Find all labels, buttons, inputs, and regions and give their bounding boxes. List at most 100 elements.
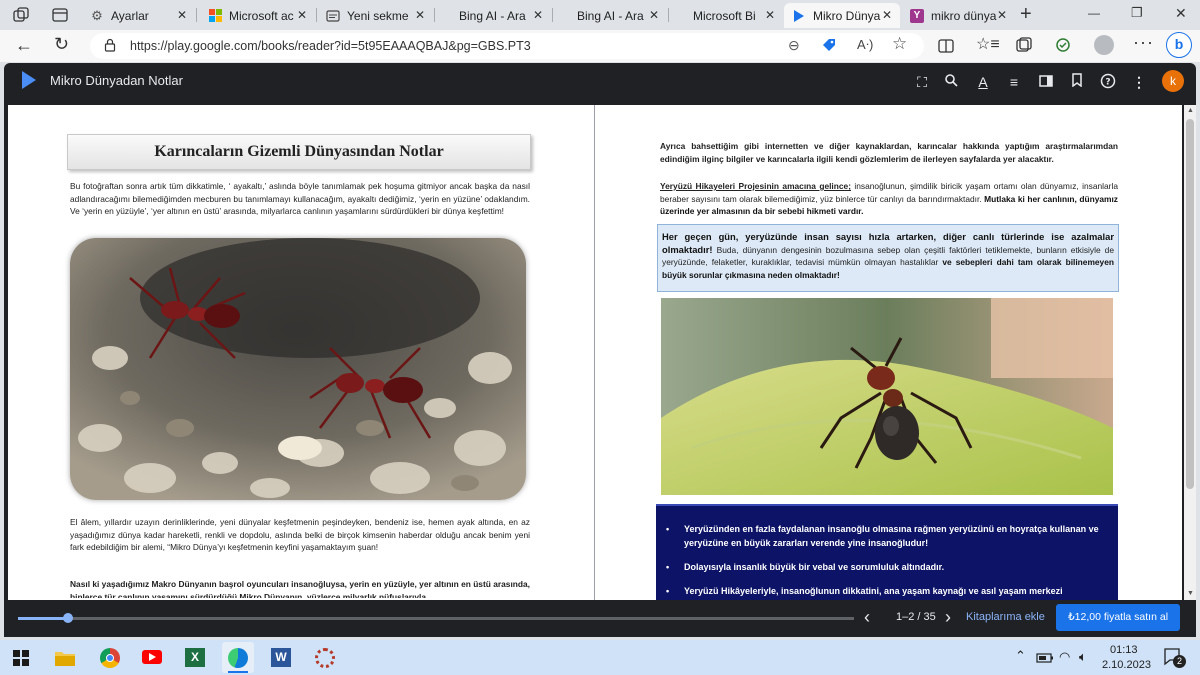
loading-app-icon[interactable] — [315, 648, 335, 668]
bullet-box: • Yeryüzünden en fazla faydalanan insano… — [656, 504, 1118, 600]
bookmark-icon[interactable] — [1068, 73, 1086, 91]
bing-icon — [678, 9, 686, 23]
maximize-button[interactable]: ❐ — [1131, 5, 1143, 21]
left-paragraph-1: Bu fotoğraftan sonra artık tüm dikkatiml… — [70, 181, 530, 216]
address-bar-row: ← ↻ https://play.google.com/books/reader… — [0, 30, 1200, 62]
text-format-icon[interactable]: A — [974, 73, 992, 91]
windows-taskbar: X W ⌃ ◠ 🔈︎ 01:13 2.10.2023 2 — [0, 640, 1200, 675]
bing-icon — [444, 9, 452, 23]
excel-icon[interactable]: X — [185, 648, 205, 667]
right-paragraph-2: Yeryüzü Hikayeleri Projesinin amacına ge… — [660, 180, 1118, 218]
favorites-icon[interactable]: ☆≡ — [976, 34, 1000, 54]
more-options-icon[interactable]: ··· — [1133, 32, 1154, 53]
tab-mikro-dunya-search[interactable]: Y mikro dünya ✕ — [902, 3, 1015, 28]
fullscreen-icon[interactable]: ⛶ — [913, 73, 931, 91]
close-icon[interactable]: ✕ — [765, 8, 775, 22]
scroll-thumb[interactable] — [1186, 119, 1194, 489]
tab-microsoft-account[interactable]: Microsoft ac ✕ — [200, 3, 315, 28]
left-paragraph-3: Nasıl ki yaşadığımız Makro Dünyanın başr… — [70, 579, 530, 598]
gear-icon: ⚙ — [91, 7, 103, 23]
table-of-contents-icon[interactable]: ≡ — [1005, 73, 1023, 91]
yahoo-icon: Y — [910, 8, 924, 23]
user-avatar[interactable]: k — [1162, 70, 1184, 92]
tab-bing-ai-1[interactable]: Bing AI - Ara ✕ — [436, 3, 551, 28]
word-icon[interactable]: W — [271, 648, 291, 667]
close-window-button[interactable]: ✕ — [1175, 5, 1187, 22]
refresh-icon[interactable]: ↻ — [54, 34, 69, 55]
close-icon[interactable]: ✕ — [415, 8, 425, 22]
ants-on-gravel-photo — [70, 238, 526, 500]
progress-track[interactable] — [18, 617, 854, 620]
tab-microsoft-bing[interactable]: Microsoft Bi ✕ — [670, 3, 783, 28]
wifi-icon[interactable]: ◠ — [1059, 649, 1070, 665]
file-explorer-icon[interactable] — [55, 649, 75, 671]
bullet-text: Dolayısıyla insanlık büyük bir vebal ve … — [684, 562, 945, 572]
read-aloud-icon[interactable]: Aᐧ) — [857, 37, 873, 53]
tab-separator — [434, 8, 435, 22]
clock-time[interactable]: 01:13 — [1110, 644, 1138, 656]
close-icon[interactable]: ✕ — [177, 8, 187, 22]
battery-icon[interactable] — [1036, 651, 1054, 669]
notification-icon[interactable]: 2 — [1163, 647, 1186, 668]
previous-page-icon[interactable]: ‹ — [864, 607, 870, 628]
extensions-icon[interactable] — [1055, 37, 1071, 58]
scroll-down-arrow[interactable]: ▼ — [1187, 590, 1194, 597]
progress-handle[interactable] — [63, 613, 73, 623]
show-hidden-icons-chevron[interactable]: ⌃ — [1015, 648, 1026, 664]
microsoft-logo-icon — [208, 9, 222, 23]
favorite-star-icon[interactable]: ☆ — [892, 34, 907, 54]
close-icon[interactable]: ✕ — [882, 8, 892, 22]
back-arrow-icon[interactable]: ← — [15, 35, 33, 56]
svg-text:?: ? — [1105, 78, 1110, 88]
split-screen-icon[interactable] — [938, 38, 954, 59]
tab-new-tab[interactable]: Yeni sekme ✕ — [318, 3, 433, 28]
lock-icon[interactable] — [104, 38, 116, 57]
minimize-button[interactable]: — — [1088, 6, 1100, 20]
help-icon[interactable]: ? — [1099, 73, 1117, 91]
url-field[interactable]: https://play.google.com/books/reader?id=… — [90, 33, 924, 59]
reader-bottom-bar: ‹ 1–2 / 35 › Kitaplarıma ekle ₺12,00 fiy… — [4, 600, 1196, 637]
page-divider — [594, 105, 595, 600]
shopping-tag-icon[interactable] — [821, 37, 837, 58]
next-page-icon[interactable]: › — [945, 607, 951, 628]
url-text: https://play.google.com/books/reader?id=… — [130, 39, 531, 53]
tab-mikro-dunya-active[interactable]: Mikro Dünya ✕ — [784, 3, 900, 28]
profile-avatar[interactable] — [1094, 35, 1114, 55]
clock-date[interactable]: 2.10.2023 — [1102, 659, 1151, 671]
tab-separator — [668, 8, 669, 22]
edge-icon-active[interactable] — [222, 642, 254, 673]
tab-separator — [552, 8, 553, 22]
bullet-item: • Yeryüzünden en fazla faydalanan insano… — [666, 522, 1106, 550]
tab-actions-icon[interactable] — [51, 6, 69, 24]
workspaces-icon[interactable] — [12, 6, 30, 24]
left-page-heading-box: Karıncaların Gizemli Dünyasından Notlar — [67, 134, 531, 170]
close-icon[interactable]: ✕ — [649, 8, 659, 22]
search-icon[interactable] — [942, 73, 960, 91]
vertical-scrollbar[interactable]: ▲ ▼ — [1184, 105, 1196, 600]
close-icon[interactable]: ✕ — [533, 8, 543, 22]
tab-bing-ai-2[interactable]: Bing AI - Ara ✕ — [554, 3, 667, 28]
tab-bar: ⚙ Ayarlar ✕ Microsoft ac ✕ Yeni sekme ✕ … — [0, 0, 1200, 30]
project-link-text[interactable]: Yeryüzü Hikayeleri Projesinin amacına ge… — [660, 181, 851, 191]
youtube-icon[interactable] — [142, 650, 162, 664]
bing-copilot-icon[interactable]: b — [1166, 32, 1192, 58]
new-tab-button[interactable]: + — [1020, 3, 1032, 26]
left-paragraph-2: El âlem, yıllardır uzayın derinliklerind… — [70, 517, 530, 552]
display-mode-icon[interactable] — [1037, 73, 1055, 91]
bullet-dot-icon: • — [666, 562, 670, 572]
collections-icon[interactable] — [1016, 37, 1032, 58]
close-icon[interactable]: ✕ — [297, 8, 307, 22]
buy-button[interactable]: ₺12,00 fiyatla satın al — [1056, 604, 1180, 631]
tab-settings[interactable]: ⚙ Ayarlar ✕ — [82, 3, 195, 28]
google-play-books-icon — [792, 9, 806, 23]
volume-icon[interactable]: 🔈︎ — [1079, 649, 1087, 665]
chrome-icon[interactable] — [100, 648, 120, 668]
more-vert-icon[interactable]: ⋮ — [1130, 73, 1148, 91]
add-to-library-link[interactable]: Kitaplarıma ekle — [966, 611, 1045, 623]
bullet-item: • Dolayısıyla insanlık büyük bir vebal v… — [666, 560, 1106, 574]
close-icon[interactable]: ✕ — [997, 8, 1007, 22]
bullet-text: Yeryüzünden en fazla faydalanan insanoğl… — [684, 524, 1099, 548]
start-windows-icon[interactable] — [13, 650, 29, 671]
scroll-up-arrow[interactable]: ▲ — [1187, 107, 1194, 114]
zoom-icon[interactable]: ⊖ — [788, 37, 800, 54]
